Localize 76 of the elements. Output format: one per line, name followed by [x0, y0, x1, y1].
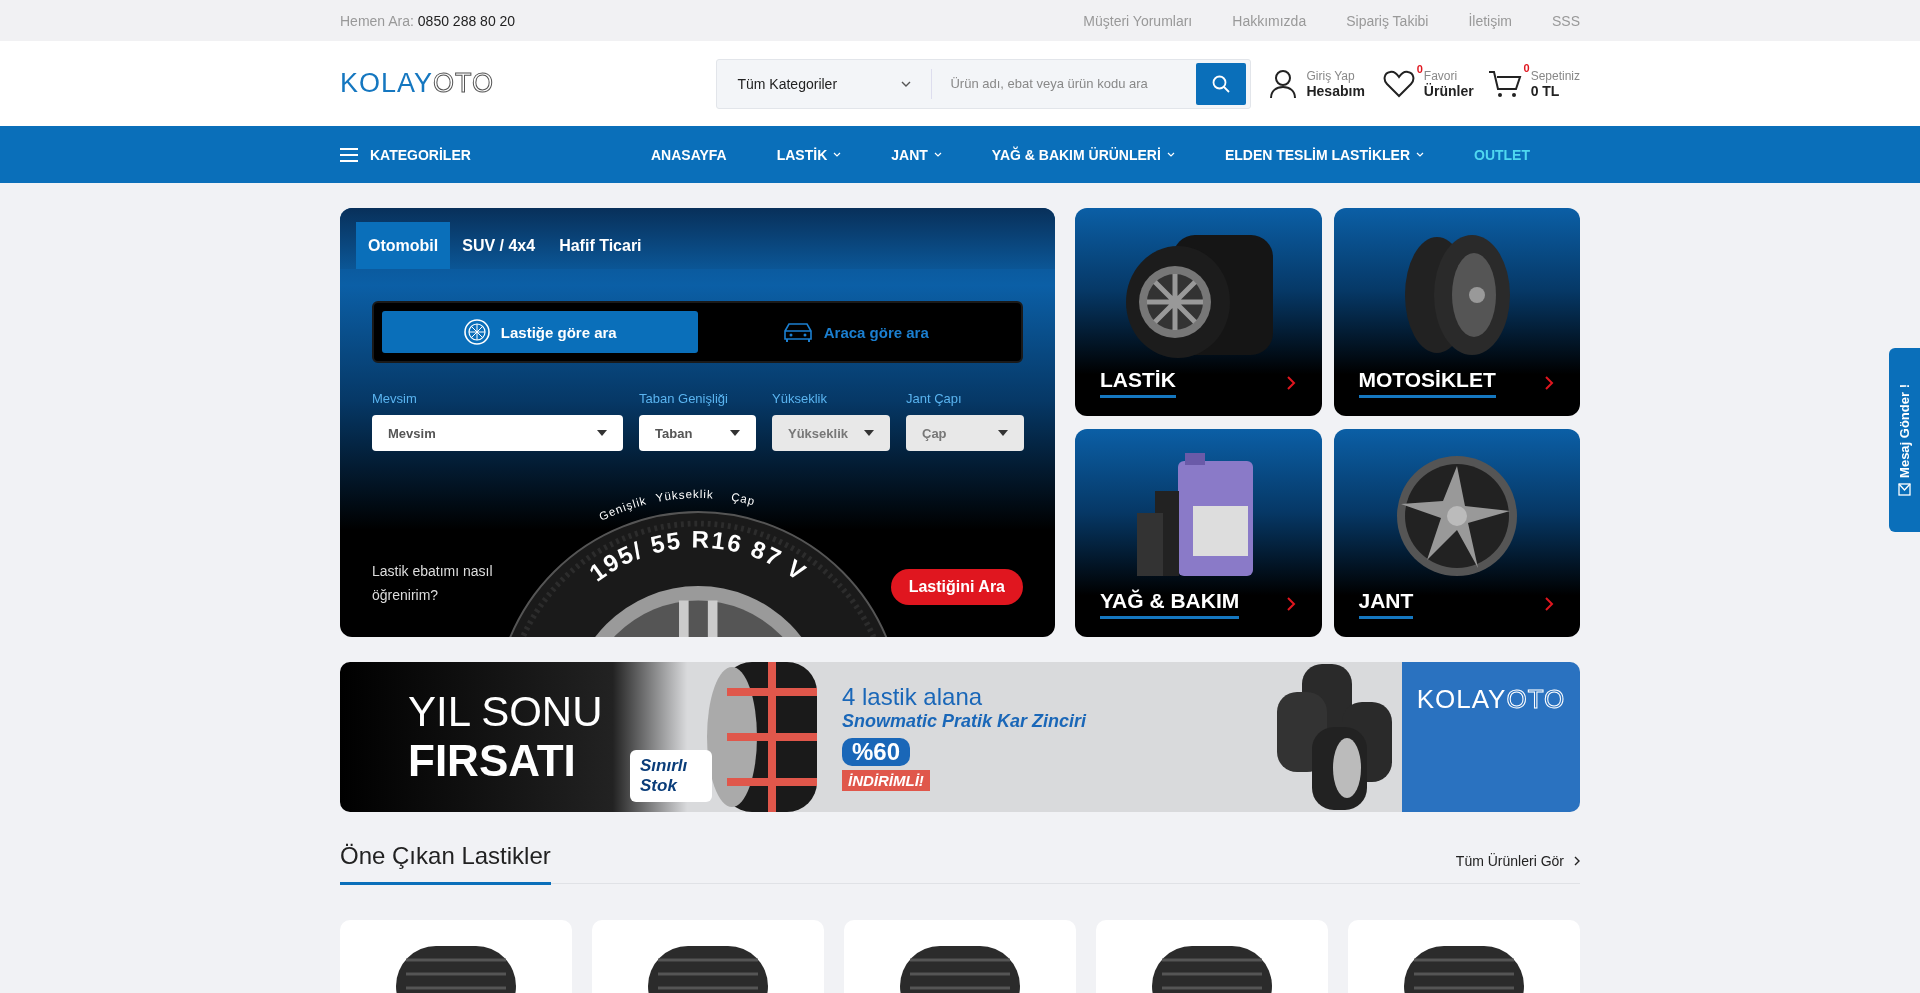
- discount-badge: %60: [842, 738, 911, 766]
- caret-icon: [864, 430, 874, 436]
- favorites-label[interactable]: Favori: [1423, 68, 1474, 83]
- banner-product: Snowmatic Pratik Kar Zinciri: [842, 711, 1087, 732]
- select-field[interactable]: Taban: [639, 415, 756, 451]
- login-label[interactable]: Giriş Yap: [1306, 68, 1365, 83]
- search-tire-button[interactable]: Lastiğini Ara: [890, 569, 1023, 605]
- nav-link[interactable]: LASTİK: [776, 146, 842, 163]
- nav-link[interactable]: ANASAYFA: [650, 146, 727, 163]
- vehicle-tab[interactable]: Otomobil: [356, 222, 451, 269]
- chevron-right-icon: [1286, 596, 1296, 611]
- caret-icon: [730, 430, 740, 436]
- category-title[interactable]: LASTİK: [1100, 368, 1176, 398]
- category-title[interactable]: YAĞ & BAKIM: [1100, 588, 1240, 619]
- search-mode-tab[interactable]: Araca göre ara: [697, 311, 1013, 353]
- phone-label: Hemen Ara:: [340, 12, 414, 29]
- vehicle-tab[interactable]: Hafif Ticari: [547, 222, 654, 269]
- cart-label[interactable]: Sepetiniz: [1530, 68, 1580, 83]
- car-icon: [781, 321, 814, 343]
- cart-icon[interactable]: [1487, 68, 1522, 99]
- category-card[interactable]: MOTOSİKLET: [1333, 208, 1580, 416]
- search-icon: [1212, 74, 1231, 93]
- banner-headline: FIRSATI: [408, 736, 577, 786]
- logo[interactable]: KOLAYOTO: [340, 68, 495, 99]
- search-field[interactable]: Ürün adı, ebat veya ürün kodu ara: [932, 63, 1197, 104]
- phone-number[interactable]: 0850 288 80 20: [417, 12, 516, 29]
- nav-link[interactable]: YAĞ & BAKIM ÜRÜNLERİ: [991, 146, 1175, 163]
- chevron-down-icon: [1416, 152, 1424, 157]
- caret-icon: [998, 430, 1008, 436]
- categories-menu-button[interactable]: KATEGORİLER: [340, 146, 471, 163]
- chevron-right-icon: [1545, 596, 1554, 611]
- category-dropdown[interactable]: Tüm Kategoriler: [717, 68, 933, 99]
- favorites-count: 0: [1416, 62, 1423, 75]
- chevron-right-icon: [1286, 376, 1296, 390]
- wheel-icon: [462, 318, 491, 346]
- chevron-down-icon: [901, 80, 912, 87]
- category-title[interactable]: JANT: [1358, 588, 1414, 619]
- search-button[interactable]: [1196, 62, 1247, 105]
- vehicle-tab[interactable]: SUV / 4x4: [450, 222, 548, 269]
- send-message-tab[interactable]: Mesaj Gönder !: [1889, 348, 1920, 532]
- menu-icon: [340, 147, 358, 162]
- banner-offer: 4 lastik alana: [842, 683, 983, 711]
- chevron-down-icon: [933, 152, 942, 157]
- chevron-right-icon: [1574, 856, 1580, 866]
- section-title: Öne Çıkan Lastikler: [340, 842, 551, 885]
- user-icon[interactable]: [1269, 68, 1298, 99]
- heart-icon[interactable]: [1382, 69, 1415, 98]
- select-field[interactable]: Mevsim: [372, 415, 623, 451]
- category-card[interactable]: LASTİK: [1075, 208, 1322, 416]
- discount-note: İNDİRİMLİ!: [842, 770, 930, 791]
- favorites-title[interactable]: Ürünler: [1423, 82, 1474, 99]
- promo-banner[interactable]: YIL SONU FIRSATI Sınırlı Stok 4 lastik alana Snowmatic Pratik Kar Zinciri %60 İNDİRİMLİ! KOLAYOTO: [340, 662, 1580, 812]
- chevron-down-icon: [833, 152, 842, 157]
- category-title[interactable]: MOTOSİKLET: [1358, 368, 1496, 398]
- banner-headline: YIL SONU: [408, 688, 604, 736]
- chevron-right-icon: [1545, 376, 1554, 390]
- banner-logo: KOLAYOTO: [1416, 684, 1566, 716]
- field-label: Mevsim: [372, 391, 418, 406]
- field-label: Taban Genişliği: [639, 391, 729, 406]
- caret-icon: [597, 430, 607, 436]
- field-label: Jant Çapı: [906, 391, 963, 406]
- nav-link[interactable]: JANT: [891, 146, 942, 163]
- category-card[interactable]: JANT: [1333, 428, 1580, 637]
- field-label: Yükseklik: [772, 391, 828, 406]
- help-text[interactable]: Lastik ebatımı nasıl öğrenirim?: [372, 559, 517, 607]
- account-label[interactable]: Hesabım: [1306, 82, 1365, 99]
- search-mode-tab[interactable]: Lastiğe göre ara: [382, 311, 698, 353]
- mail-icon: [1898, 483, 1911, 497]
- nav-link[interactable]: ELDEN TESLİM LASTİKLER: [1224, 146, 1424, 163]
- stock-badge: Sınırlı Stok: [630, 750, 712, 802]
- category-card[interactable]: YAĞ & BAKIM: [1075, 428, 1322, 637]
- see-all-link[interactable]: Tüm Ürünleri Gör: [1455, 853, 1580, 883]
- search-bar[interactable]: Tüm Kategoriler Ürün adı, ebat veya ürün kodu ara: [716, 58, 1252, 109]
- cart-count: 0: [1523, 61, 1530, 74]
- cart-total[interactable]: 0 TL: [1530, 82, 1580, 99]
- chevron-down-icon: [1166, 152, 1175, 157]
